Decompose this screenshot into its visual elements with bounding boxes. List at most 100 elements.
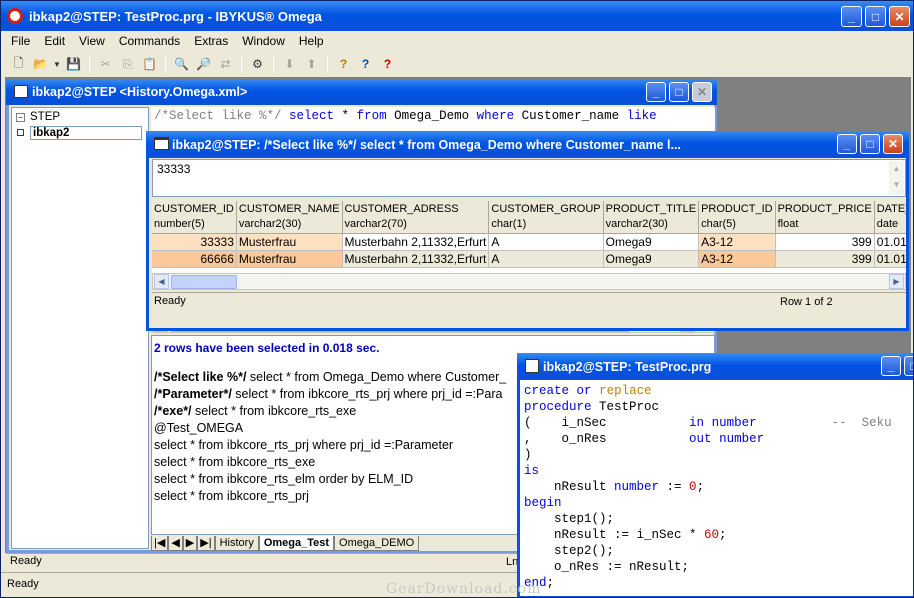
result-titlebar[interactable]: ibkap2@STEP: /*Select like %*/ select * … — [146, 131, 909, 158]
editor-titlebar[interactable]: ibkap2@STEP: TestProc.prg — [517, 353, 913, 380]
column-header[interactable]: PRODUCT_TITLE varchar2(30) — [603, 201, 700, 234]
grid-hscrollbar[interactable]: ◀ ▶ — [152, 273, 906, 290]
table-cell[interactable]: 01.01.08 — [874, 250, 906, 268]
tab-omega-test[interactable]: Omega_Test — [258, 536, 335, 551]
table-cell[interactable]: A — [488, 233, 604, 251]
table-row[interactable]: 33333 Musterfrau Musterbahn 2,11332,Erfurt… — [152, 233, 906, 251]
tab-first-icon[interactable]: |◀ — [151, 536, 169, 551]
menu-view[interactable]: View — [72, 31, 112, 51]
log-line[interactable]: select * from ibkcore_rts_elm order by E… — [154, 471, 506, 488]
table-cell[interactable]: 399 — [775, 250, 875, 268]
param-vscrollbar[interactable]: ▲ ▼ — [889, 161, 904, 195]
tab-prev-icon[interactable]: ◀ — [168, 536, 183, 551]
menu-edit[interactable]: Edit — [37, 31, 72, 51]
result-maximize-button[interactable]: □ — [860, 134, 880, 154]
menu-commands[interactable]: Commands — [112, 31, 187, 51]
app-status-text: Ready — [7, 578, 39, 590]
collapse-icon[interactable]: − — [16, 113, 25, 122]
up-icon[interactable]: ⬆ — [302, 55, 321, 74]
menu-window[interactable]: Window — [235, 31, 292, 51]
column-header[interactable]: CUSTOMER_GROUP char(1) — [488, 201, 604, 234]
query-text[interactable]: /*Select like %*/ select * from Omega_De… — [151, 107, 715, 125]
code-token: -- Seku — [831, 416, 892, 430]
copy-icon[interactable]: ⎘ — [118, 55, 137, 74]
history-minimize-button[interactable]: _ — [646, 82, 666, 102]
code-token: TestProc — [591, 400, 660, 414]
grid-scroll-right-icon[interactable]: ▶ — [889, 274, 904, 289]
about-icon[interactable]: ? — [378, 55, 397, 74]
execute-icon[interactable]: ⚙ — [248, 55, 267, 74]
menu-extras[interactable]: Extras — [187, 31, 235, 51]
table-cell[interactable]: Omega9 — [603, 233, 700, 251]
column-type: number(5) — [154, 218, 205, 230]
log-line[interactable]: /*Parameter*/ select * from ibkcore_rts_… — [154, 386, 506, 403]
tab-last-icon[interactable]: ▶| — [197, 536, 215, 551]
log-line[interactable]: /*Select like %*/ select * from Omega_De… — [154, 369, 506, 386]
history-titlebar[interactable]: ibkap2@STEP <History.Omega.xml> — [6, 79, 717, 105]
table-cell[interactable]: Musterfrau — [236, 250, 343, 268]
tab-omega-demo[interactable]: Omega_DEMO — [334, 536, 420, 551]
column-name: CUSTOMER_ID — [154, 203, 234, 215]
cut-icon[interactable]: ✂ — [96, 55, 115, 74]
log-line[interactable]: /*exe*/ select * from ibkcore_rts_exe — [154, 403, 506, 420]
tree-node-step[interactable]: − STEP — [16, 111, 60, 123]
table-cell[interactable]: A — [488, 250, 604, 268]
grid-scroll-left-icon[interactable]: ◀ — [154, 274, 169, 289]
log-line[interactable]: select * from ibkcore_rts_prj — [154, 488, 506, 505]
column-header[interactable]: CUSTOMER_ID number(5) — [152, 201, 237, 234]
find-next-icon[interactable]: 🔎 — [194, 55, 213, 74]
table-cell[interactable]: 399 — [775, 233, 875, 251]
dropdown-icon[interactable]: ▼ — [53, 55, 61, 74]
column-header[interactable]: DATE_OF...date — [874, 201, 906, 234]
column-header[interactable]: PRODUCT_PRICE float — [775, 201, 875, 234]
app-titlebar[interactable]: ibkap2@STEP: TestProc.prg - IBYKUS® Omeg… — [1, 1, 913, 31]
log-line[interactable]: @Test_OMEGA — [154, 420, 506, 437]
new-icon[interactable]: 🗋 — [9, 55, 28, 74]
column-header[interactable]: CUSTOMER_ADRESS varchar2(70) — [342, 201, 490, 234]
find-icon[interactable]: 🔍 — [172, 55, 191, 74]
tree-node-ibkap2[interactable]: ibkap2 — [16, 126, 146, 140]
log-line[interactable]: select * from ibkcore_rts_prj where prj_… — [154, 437, 506, 454]
menu-help[interactable]: Help — [292, 31, 331, 51]
table-cell[interactable]: Musterbahn 2,11332,Erfurt — [342, 250, 490, 268]
table-cell[interactable]: 66666 — [152, 250, 237, 268]
code-line: begin — [524, 495, 913, 511]
help-icon[interactable]: ? — [334, 55, 353, 74]
open-icon[interactable]: 📂 — [31, 55, 50, 74]
table-cell[interactable]: Musterfrau — [236, 233, 343, 251]
tab-history[interactable]: History — [214, 536, 259, 551]
column-header[interactable]: PRODUCT_ID char(5) — [698, 201, 776, 234]
table-cell[interactable]: 01.01.08 — [874, 233, 906, 251]
code-token: is — [524, 464, 540, 478]
table-cell[interactable]: Omega9 — [603, 250, 700, 268]
code-token: step1(); — [524, 512, 615, 526]
close-button[interactable]: ✕ — [889, 6, 910, 27]
log-line[interactable]: select * from ibkcore_rts_exe — [154, 454, 506, 471]
tab-next-icon[interactable]: ▶ — [182, 536, 198, 551]
menu-file[interactable]: File — [4, 31, 37, 51]
table-cell[interactable]: A3-12 — [698, 233, 776, 251]
editor-minimize-button[interactable]: _ — [881, 356, 901, 376]
grid-scroll-thumb[interactable] — [171, 275, 237, 289]
save-icon[interactable]: 💾 — [64, 55, 83, 74]
history-maximize-button[interactable]: □ — [669, 82, 689, 102]
code-editor[interactable]: create or replace procedure TestProc( i_n… — [524, 383, 913, 595]
table-cell[interactable]: Musterbahn 2,11332,Erfurt — [342, 233, 490, 251]
table-row[interactable]: 66666 Musterfrau Musterbahn 2,11332,Erfurt… — [152, 250, 906, 268]
down-icon[interactable]: ⬇ — [280, 55, 299, 74]
replace-icon[interactable]: ⇄ — [216, 55, 235, 74]
column-header[interactable]: CUSTOMER_NAME varchar2(30) — [236, 201, 343, 234]
minimize-button[interactable]: _ — [841, 6, 862, 27]
column-type: char(5) — [701, 218, 736, 230]
table-cell[interactable]: 33333 — [152, 233, 237, 251]
editor-maximize-button[interactable]: □ — [904, 356, 913, 376]
query-token: /*Select like %*/ — [154, 109, 290, 123]
result-close-button[interactable]: ✕ — [883, 134, 903, 154]
history-close-button[interactable]: ✕ — [692, 82, 712, 102]
paste-icon[interactable]: 📋 — [140, 55, 159, 74]
context-help-icon[interactable]: ? — [356, 55, 375, 74]
parameter-input[interactable]: 33333 ▲ ▼ — [152, 159, 906, 197]
maximize-button[interactable]: □ — [865, 6, 886, 27]
table-cell[interactable]: A3-12 — [698, 250, 776, 268]
result-minimize-button[interactable]: _ — [837, 134, 857, 154]
